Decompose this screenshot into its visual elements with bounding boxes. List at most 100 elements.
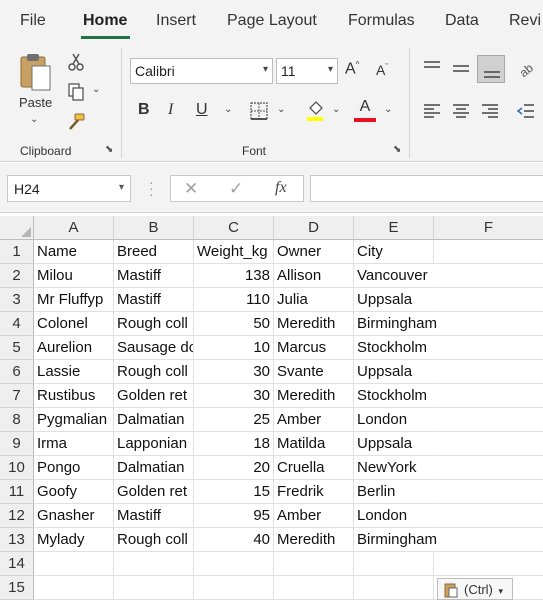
cell-b9[interactable]: Lapponian — [114, 432, 194, 456]
cell-d3[interactable]: Julia — [274, 288, 354, 312]
tab-page-layout[interactable]: Page Layout — [227, 12, 317, 30]
align-left-icon[interactable] — [422, 101, 442, 121]
cell-a12[interactable]: Gnasher — [34, 504, 114, 528]
cell-f3[interactable] — [434, 288, 543, 312]
font-color-button[interactable]: A — [356, 98, 374, 116]
clipboard-launcher-icon[interactable]: ⬊ — [105, 145, 115, 155]
row-header-10[interactable]: 10 — [0, 456, 34, 480]
cell-e7[interactable]: Stockholm — [354, 384, 434, 408]
row-header-14[interactable]: 14 — [0, 552, 34, 576]
cell-a2[interactable]: Milou — [34, 264, 114, 288]
cell-c3[interactable]: 110 — [194, 288, 274, 312]
cell-f5[interactable] — [434, 336, 543, 360]
enter-icon[interactable]: ✓ — [229, 179, 243, 199]
borders-icon[interactable] — [249, 101, 269, 121]
cell-e2[interactable]: Vancouver — [354, 264, 434, 288]
paste-icon[interactable] — [18, 52, 54, 94]
cell-f14[interactable] — [434, 552, 543, 576]
cell-e3[interactable]: Uppsala — [354, 288, 434, 312]
cell-e5[interactable]: Stockholm — [354, 336, 434, 360]
cell-d14[interactable] — [274, 552, 354, 576]
grow-font-button[interactable]: A^ — [345, 60, 359, 78]
cell-e15[interactable] — [354, 576, 434, 600]
cell-c14[interactable] — [194, 552, 274, 576]
cell-f1[interactable] — [434, 240, 543, 264]
italic-button[interactable]: I — [168, 101, 173, 119]
column-header-f[interactable]: F — [434, 216, 543, 240]
middle-align-icon[interactable] — [451, 58, 471, 78]
cell-d2[interactable]: Allison — [274, 264, 354, 288]
row-header-6[interactable]: 6 — [0, 360, 34, 384]
cell-d5[interactable]: Marcus — [274, 336, 354, 360]
cell-c6[interactable]: 30 — [194, 360, 274, 384]
font-name-combo[interactable]: Calibri ▾ — [130, 58, 273, 84]
cell-a10[interactable]: Pongo — [34, 456, 114, 480]
cell-c4[interactable]: 50 — [194, 312, 274, 336]
tab-review[interactable]: Revi — [509, 12, 541, 30]
cell-d7[interactable]: Meredith — [274, 384, 354, 408]
cell-a13[interactable]: Mylady — [34, 528, 114, 552]
cell-a14[interactable] — [34, 552, 114, 576]
cell-f9[interactable] — [434, 432, 543, 456]
cell-e9[interactable]: Uppsala — [354, 432, 434, 456]
cell-b11[interactable]: Golden ret — [114, 480, 194, 504]
select-all-button[interactable] — [0, 216, 34, 240]
cell-d1[interactable]: Owner — [274, 240, 354, 264]
column-header-a[interactable]: A — [34, 216, 114, 240]
cell-a11[interactable]: Goofy — [34, 480, 114, 504]
font-launcher-icon[interactable]: ⬊ — [393, 145, 403, 155]
cell-a1[interactable]: Name — [34, 240, 114, 264]
decrease-indent-icon[interactable] — [516, 101, 536, 121]
cell-b15[interactable] — [114, 576, 194, 600]
cell-a15[interactable] — [34, 576, 114, 600]
cell-f6[interactable] — [434, 360, 543, 384]
row-header-8[interactable]: 8 — [0, 408, 34, 432]
cell-c1[interactable]: Weight_kg — [194, 240, 274, 264]
cell-d13[interactable]: Meredith — [274, 528, 354, 552]
underline-button[interactable]: U — [196, 101, 208, 119]
cell-d8[interactable]: Amber — [274, 408, 354, 432]
top-align-icon[interactable] — [422, 58, 442, 78]
font-color-chevron-icon[interactable]: ⌄ — [384, 104, 392, 115]
cell-b10[interactable]: Dalmatian — [114, 456, 194, 480]
cell-e10[interactable]: NewYork — [354, 456, 434, 480]
paste-label[interactable]: Paste — [19, 95, 52, 110]
row-header-7[interactable]: 7 — [0, 384, 34, 408]
tab-file[interactable]: File — [20, 12, 46, 30]
name-box[interactable]: H24 ▾ — [7, 175, 131, 202]
formula-bar-splitter[interactable]: · · · — [149, 175, 154, 201]
paste-options-button[interactable]: (Ctrl) ▾ — [437, 578, 513, 600]
cell-e1[interactable]: City — [354, 240, 434, 264]
row-header-5[interactable]: 5 — [0, 336, 34, 360]
insert-function-button[interactable]: fx — [275, 179, 287, 197]
cell-d9[interactable]: Matilda — [274, 432, 354, 456]
row-header-9[interactable]: 9 — [0, 432, 34, 456]
cell-e11[interactable]: Berlin — [354, 480, 434, 504]
cell-b14[interactable] — [114, 552, 194, 576]
row-header-2[interactable]: 2 — [0, 264, 34, 288]
cell-e12[interactable]: London — [354, 504, 434, 528]
cell-f10[interactable] — [434, 456, 543, 480]
cell-b13[interactable]: Rough coll — [114, 528, 194, 552]
cell-d6[interactable]: Svante — [274, 360, 354, 384]
cell-f11[interactable] — [434, 480, 543, 504]
cancel-icon[interactable]: ✕ — [184, 179, 198, 199]
cell-c15[interactable] — [194, 576, 274, 600]
cell-f4[interactable] — [434, 312, 543, 336]
copy-dropdown-chevron-icon[interactable]: ⌄ — [92, 84, 100, 95]
copy-icon[interactable] — [66, 82, 86, 102]
column-header-b[interactable]: B — [114, 216, 194, 240]
cell-c5[interactable]: 10 — [194, 336, 274, 360]
bold-button[interactable]: B — [138, 101, 150, 119]
cell-f2[interactable] — [434, 264, 543, 288]
cell-c11[interactable]: 15 — [194, 480, 274, 504]
cell-b8[interactable]: Dalmatian — [114, 408, 194, 432]
cell-e13[interactable]: Birmingham — [354, 528, 437, 552]
row-header-3[interactable]: 3 — [0, 288, 34, 312]
paste-dropdown-chevron-icon[interactable]: ⌄ — [30, 114, 38, 125]
cell-f7[interactable] — [434, 384, 543, 408]
cell-c8[interactable]: 25 — [194, 408, 274, 432]
cell-e8[interactable]: London — [354, 408, 434, 432]
cell-c10[interactable]: 20 — [194, 456, 274, 480]
cell-a6[interactable]: Lassie — [34, 360, 114, 384]
